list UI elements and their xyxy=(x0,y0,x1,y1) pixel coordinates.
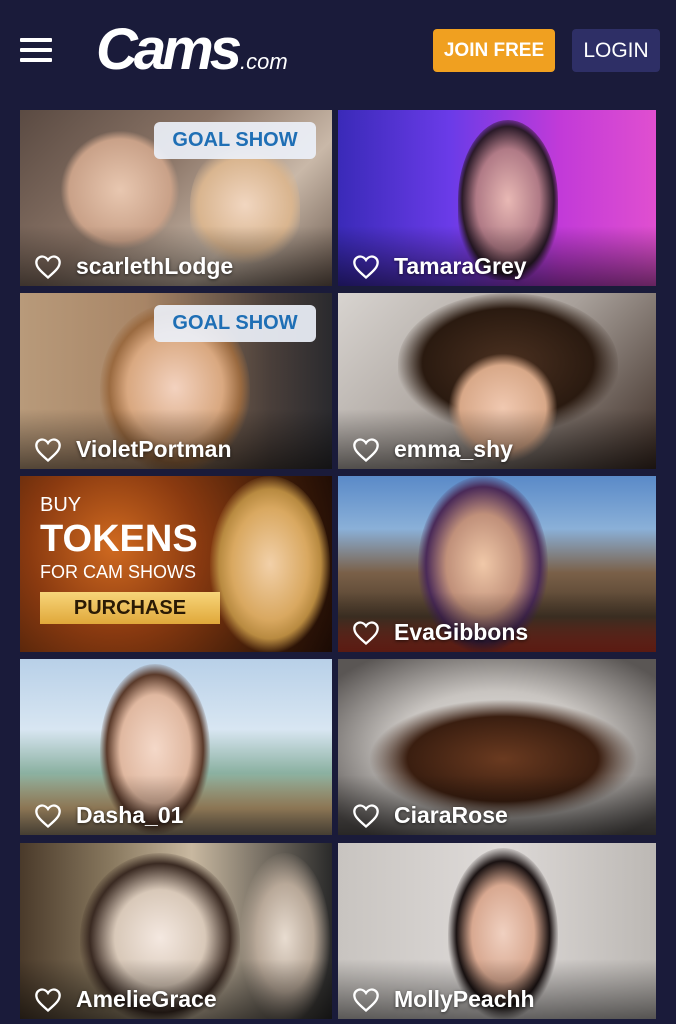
tile-name-row: EvaGibbons xyxy=(352,619,528,646)
goal-show-badge: GOAL SHOW xyxy=(154,305,316,342)
favorite-heart-icon[interactable] xyxy=(352,987,380,1013)
model-tile-ameliegrace[interactable]: AmelieGrace xyxy=(20,843,332,1019)
goal-show-badge: GOAL SHOW xyxy=(154,122,316,159)
model-tile-scarlethlodge[interactable]: GOAL SHOW scarlethLodge xyxy=(20,110,332,286)
favorite-heart-icon[interactable] xyxy=(352,437,380,463)
favorite-heart-icon[interactable] xyxy=(34,987,62,1013)
model-grid: GOAL SHOW scarlethLodge TamaraGrey GOAL … xyxy=(0,0,676,1024)
tile-name-row: scarlethLodge xyxy=(34,253,233,280)
favorite-heart-icon[interactable] xyxy=(352,254,380,280)
model-tile-violetportman[interactable]: GOAL SHOW VioletPortman xyxy=(20,293,332,469)
promo-subtitle: FOR CAM SHOWS xyxy=(40,562,196,582)
model-name: emma_shy xyxy=(394,436,513,462)
promo-tokens-text: TOKENS xyxy=(40,518,198,560)
model-name: scarlethLodge xyxy=(76,253,234,279)
model-name: TamaraGrey xyxy=(394,253,527,279)
model-tile-mollypeachh[interactable]: MollyPeachh xyxy=(338,843,656,1019)
model-tile-emma-shy[interactable]: emma_shy xyxy=(338,293,656,469)
tile-name-row: Dasha_01 xyxy=(34,802,183,829)
tile-name-row: VioletPortman xyxy=(34,436,232,463)
model-name: EvaGibbons xyxy=(394,619,529,645)
tile-name-row: AmelieGrace xyxy=(34,986,217,1013)
favorite-heart-icon[interactable] xyxy=(352,803,380,829)
model-tile-ciararose[interactable]: CiaraRose xyxy=(338,659,656,835)
model-name: AmelieGrace xyxy=(76,986,217,1012)
model-name: CiaraRose xyxy=(394,802,508,828)
tile-name-row: TamaraGrey xyxy=(352,253,527,280)
promo-buy-text: BUY xyxy=(40,494,82,516)
favorite-heart-icon[interactable] xyxy=(34,254,62,280)
model-name: MollyPeachh xyxy=(394,986,535,1012)
model-name: VioletPortman xyxy=(76,436,232,462)
tile-name-row: MollyPeachh xyxy=(352,986,535,1013)
favorite-heart-icon[interactable] xyxy=(34,437,62,463)
model-name: Dasha_01 xyxy=(76,802,184,828)
tile-name-row: CiaraRose xyxy=(352,802,508,829)
model-tile-tamaragrey[interactable]: TamaraGrey xyxy=(338,110,656,286)
model-tile-dasha-01[interactable]: Dasha_01 xyxy=(20,659,332,835)
model-tile-evagibbons[interactable]: EvaGibbons xyxy=(338,476,656,652)
purchase-button[interactable]: PURCHASE xyxy=(40,592,220,624)
favorite-heart-icon[interactable] xyxy=(34,803,62,829)
favorite-heart-icon[interactable] xyxy=(352,620,380,646)
tile-name-row: emma_shy xyxy=(352,436,513,463)
buy-tokens-promo[interactable]: BUY TOKENS FOR CAM SHOWS PURCHASE xyxy=(20,476,332,652)
promo-model-figure xyxy=(210,476,330,652)
